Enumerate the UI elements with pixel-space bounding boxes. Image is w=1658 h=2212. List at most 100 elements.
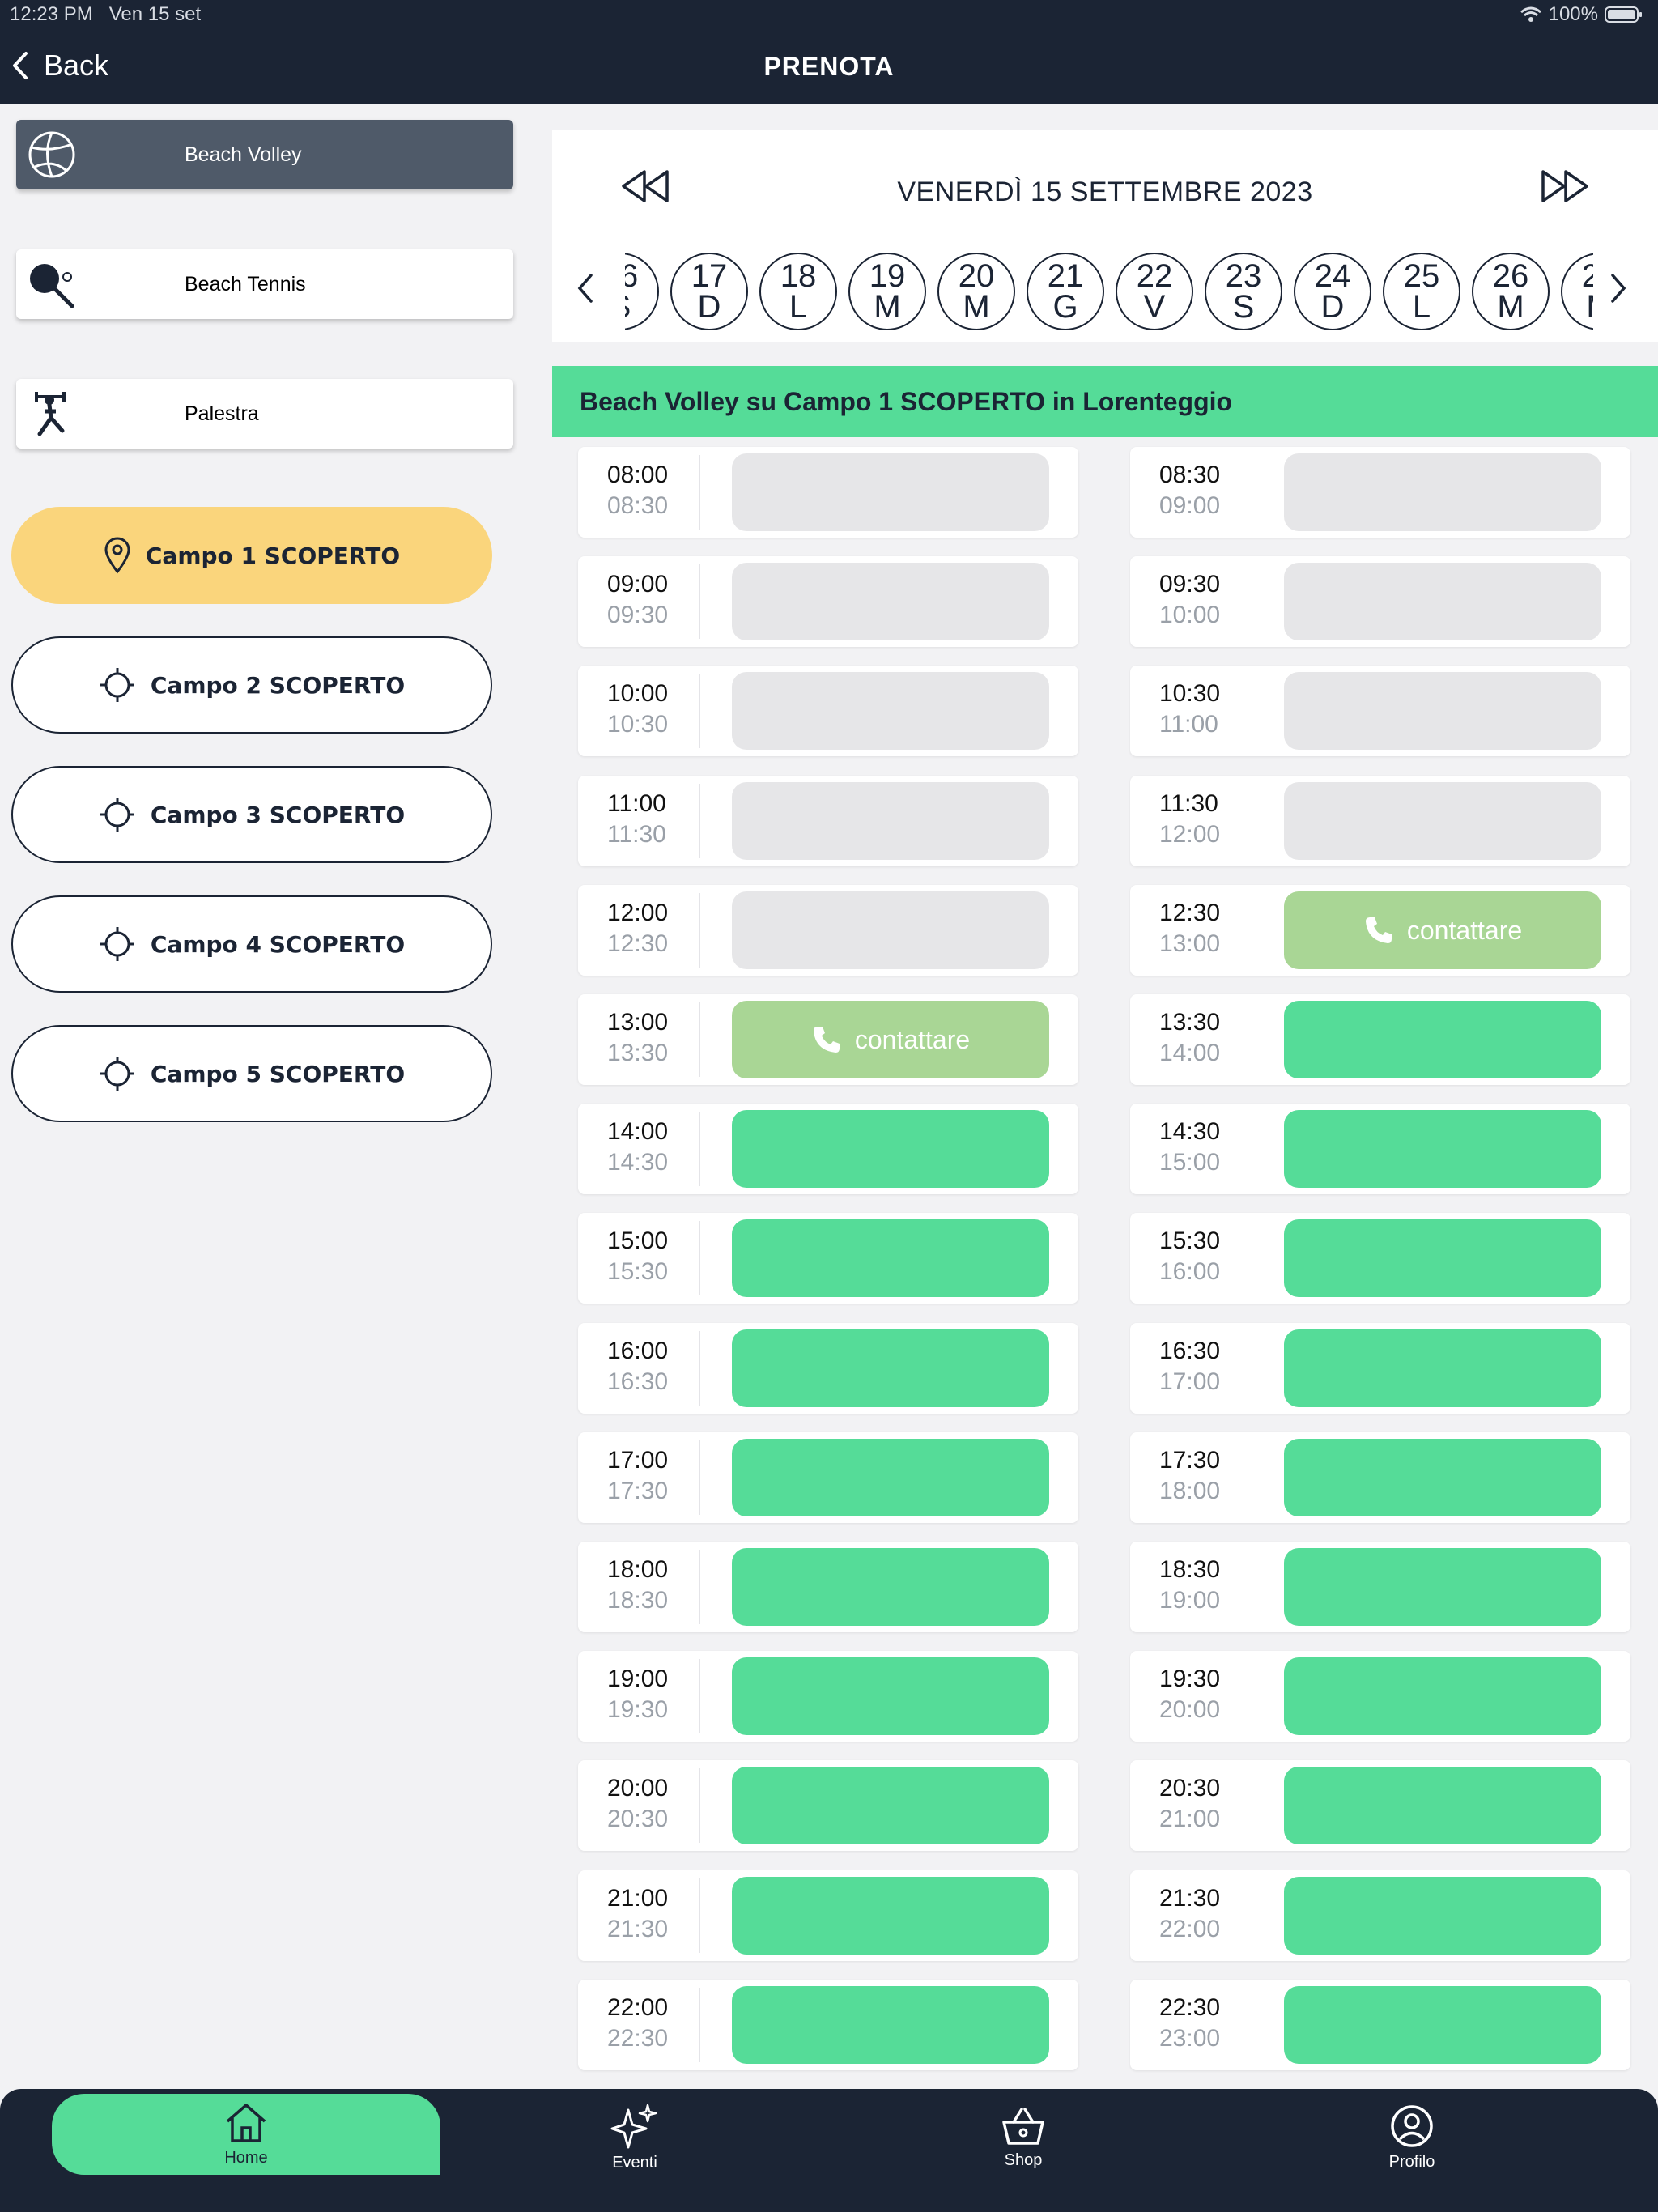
day-chip[interactable]: 25 L [1383, 253, 1460, 330]
book-slot-button[interactable] [732, 1548, 1049, 1626]
day-letter: V [1143, 289, 1166, 325]
slot-start-time: 12:00 [607, 900, 669, 926]
sparkles-icon [610, 2104, 657, 2148]
unavailable-slot [732, 782, 1049, 860]
time-slot: 13:30 14:00 [1130, 994, 1630, 1085]
slot-end-time: 16:30 [607, 1368, 669, 1395]
slot-divider [699, 784, 700, 858]
slot-divider [699, 1112, 700, 1186]
slot-start-time: 15:00 [607, 1227, 669, 1254]
day-chip[interactable]: 16S [625, 253, 659, 330]
day-chip[interactable]: 19 M [848, 253, 926, 330]
book-slot-button[interactable] [1284, 1767, 1601, 1844]
crosshair-icon [100, 927, 134, 961]
book-slot-button[interactable] [1284, 1110, 1601, 1188]
slot-end-time: 21:30 [607, 1916, 669, 1942]
sport-button-beach-tennis[interactable]: Beach Tennis [16, 249, 513, 319]
tab-label: Profilo [1388, 2152, 1435, 2171]
sport-button-palestra[interactable]: Palestra [16, 379, 513, 449]
slot-divider [699, 674, 700, 748]
status-date: Ven 15 set [108, 3, 202, 25]
day-number: 21 [1047, 258, 1084, 294]
day-chip[interactable]: 21 G [1027, 253, 1104, 330]
tab-profilo[interactable]: Profilo [1218, 2089, 1606, 2186]
book-slot-button[interactable] [1284, 1657, 1601, 1735]
book-slot-button[interactable] [1284, 1548, 1601, 1626]
crosshair-icon [100, 798, 134, 832]
book-slot-button[interactable] [1284, 1329, 1601, 1407]
field-button-campo-5[interactable]: Campo 5 SCOPERTO [11, 1025, 492, 1122]
day-chip[interactable]: 26 M [1472, 253, 1550, 330]
book-slot-button[interactable] [1284, 1219, 1601, 1297]
time-slot: 18:00 18:30 [578, 1542, 1078, 1632]
book-slot-button[interactable] [732, 1219, 1049, 1297]
book-slot-button[interactable] [732, 1329, 1049, 1407]
day-chip[interactable]: 24 D [1294, 253, 1371, 330]
phone-icon [813, 1027, 840, 1053]
slot-end-time: 17:00 [1159, 1368, 1221, 1395]
time-slot: 10:00 10:30 [578, 666, 1078, 756]
slot-start-time: 16:00 [607, 1338, 669, 1364]
day-chip[interactable]: 20 M [937, 253, 1015, 330]
slot-start-time: 13:00 [607, 1009, 669, 1036]
racket-icon [26, 258, 78, 310]
day-chip[interactable]: 17 D [670, 253, 748, 330]
slot-end-time: 09:30 [607, 602, 669, 628]
basket-icon [1002, 2107, 1044, 2145]
book-slot-button[interactable] [732, 1657, 1049, 1735]
day-number: 27 [1581, 258, 1593, 294]
slot-start-time: 14:00 [607, 1118, 669, 1145]
unavailable-slot [732, 563, 1049, 640]
sport-label: Beach Tennis [185, 272, 306, 296]
time-slot: 22:30 23:00 [1130, 1980, 1630, 2070]
slot-start-time: 08:00 [607, 462, 669, 488]
book-slot-button[interactable] [732, 1110, 1049, 1188]
slot-end-time: 09:00 [1159, 492, 1221, 519]
book-slot-button[interactable] [1284, 1986, 1601, 2064]
day-number: 16 [625, 258, 639, 294]
book-slot-button[interactable] [732, 1877, 1049, 1955]
day-chip[interactable]: 18 L [759, 253, 837, 330]
scroll-days-right-button[interactable] [1609, 272, 1627, 308]
contact-slot-button[interactable]: contattare [1284, 891, 1601, 969]
slot-divider [699, 455, 700, 530]
sport-button-beach-volley[interactable]: Beach Volley [16, 120, 513, 189]
time-slot: 21:00 21:30 [578, 1870, 1078, 1961]
tab-eventi[interactable]: Eventi [440, 2089, 829, 2186]
field-button-campo-3[interactable]: Campo 3 SCOPERTO [11, 766, 492, 863]
field-label: Campo 4 SCOPERTO [150, 930, 406, 958]
contact-slot-button[interactable]: contattare [732, 1001, 1049, 1078]
sport-label: Palestra [185, 402, 259, 425]
book-slot-button[interactable] [1284, 1001, 1601, 1078]
slot-end-time: 20:30 [607, 1806, 669, 1832]
field-button-campo-2[interactable]: Campo 2 SCOPERTO [11, 636, 492, 734]
book-slot-button[interactable] [1284, 1877, 1601, 1955]
next-week-button[interactable] [1540, 168, 1590, 208]
day-chip[interactable]: 23 S [1205, 253, 1282, 330]
field-button-campo-4[interactable]: Campo 4 SCOPERTO [11, 895, 492, 993]
slot-start-time: 09:30 [1159, 571, 1221, 598]
slot-start-time: 22:00 [607, 1994, 669, 2021]
day-chip[interactable]: 27M [1561, 253, 1593, 330]
day-chip[interactable]: 22 V [1116, 253, 1193, 330]
status-clock: 12:23 PM [10, 3, 93, 25]
book-slot-button[interactable] [732, 1767, 1049, 1844]
scroll-days-left-button[interactable] [576, 272, 594, 308]
tab-shop[interactable]: Shop [829, 2089, 1218, 2186]
field-button-campo-1[interactable]: Campo 1 SCOPERTO [11, 507, 492, 604]
book-slot-button[interactable] [732, 1439, 1049, 1516]
book-slot-button[interactable] [732, 1986, 1049, 2064]
slot-start-time: 22:30 [1159, 1994, 1221, 2021]
slot-start-time: 20:00 [607, 1775, 669, 1802]
time-slot: 16:30 17:00 [1130, 1323, 1630, 1414]
gym-icon [26, 388, 78, 440]
tab-home[interactable]: Home [52, 2094, 440, 2175]
slot-divider [699, 1550, 700, 1624]
time-slot: 08:00 08:30 [578, 447, 1078, 538]
slot-divider [699, 1768, 700, 1843]
book-slot-button[interactable] [1284, 1439, 1601, 1516]
tab-label: Eventi [612, 2153, 657, 2172]
slot-divider [699, 893, 700, 968]
slot-end-time: 12:00 [1159, 821, 1221, 848]
current-date: VENERDÌ 15 SETTEMBRE 2023 [897, 177, 1313, 207]
